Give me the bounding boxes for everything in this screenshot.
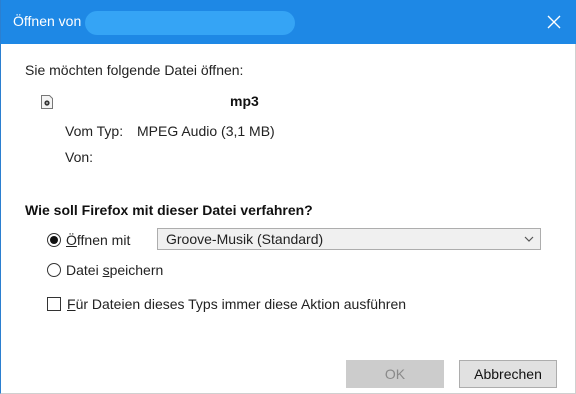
- redacted-source: [97, 146, 141, 164]
- intro-text: Sie möchten folgende Datei öffnen:: [25, 62, 244, 78]
- open-with-radio-indicator[interactable]: [47, 233, 61, 247]
- open-file-dialog: Öffnen von Sie möchten folgende Datei öf…: [0, 0, 576, 394]
- chevron-down-icon: [524, 236, 534, 242]
- save-file-label: Datei speichern: [66, 262, 164, 278]
- remember-action-checkbox-box[interactable]: [47, 297, 61, 311]
- application-select-value: Groove-Musik (Standard): [166, 231, 324, 247]
- file-type-label: Vom Typ:: [65, 123, 124, 139]
- ok-button[interactable]: OK: [346, 360, 444, 388]
- save-file-radio[interactable]: Datei speichern: [47, 262, 163, 278]
- open-with-label: Öffnen mit: [66, 232, 131, 248]
- action-question: Wie soll Firefox mit dieser Datei verfah…: [25, 202, 313, 218]
- save-file-radio-indicator[interactable]: [47, 263, 61, 277]
- close-button[interactable]: [540, 8, 568, 36]
- open-with-radio[interactable]: Öffnen mit: [47, 232, 130, 248]
- file-type-value: MPEG Audio (3,1 MB): [137, 123, 275, 139]
- file-source-label: Von:: [65, 149, 94, 165]
- remember-action-label: Für Dateien dieses Typs immer diese Akti…: [67, 296, 407, 312]
- cancel-button[interactable]: Abbrechen: [459, 360, 557, 388]
- window-title: Öffnen von: [13, 13, 82, 29]
- close-icon: [547, 15, 561, 29]
- application-select[interactable]: Groove-Musik (Standard): [157, 228, 541, 250]
- redacted-filename: [63, 90, 238, 110]
- redacted-filename-title: [85, 11, 295, 35]
- remember-action-checkbox[interactable]: Für Dateien dieses Typs immer diese Akti…: [47, 296, 406, 312]
- audio-file-icon: [41, 95, 53, 109]
- file-name: mp3: [230, 93, 259, 109]
- title-bar: Öffnen von: [1, 0, 576, 44]
